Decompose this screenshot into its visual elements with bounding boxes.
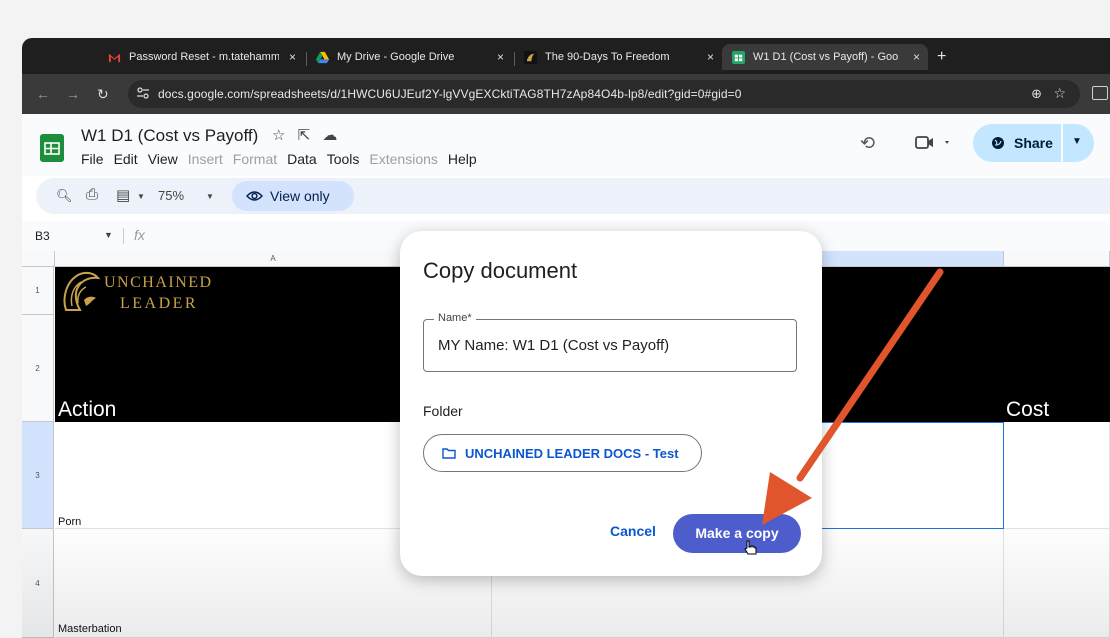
tab-90-days[interactable]: The 90-Days To Freedom ×: [524, 44, 714, 70]
menu-format: Format: [232, 151, 278, 167]
tab-close-icon[interactable]: ×: [707, 50, 714, 64]
tab-sheets-active[interactable]: W1 D1 (Cost vs Payoff) - Goo ×: [722, 44, 928, 70]
header-cost: Cost: [1006, 398, 1050, 421]
menu-view[interactable]: View: [148, 151, 178, 167]
print-icon[interactable]: ⎙: [86, 186, 98, 203]
address-bar-row: ← → ↻ docs.google.com/spreadsheets/d/1HW…: [22, 74, 1110, 114]
menu-extensions: Extensions: [369, 151, 438, 167]
menu-bar: File Edit View Insert Format Data Tools …: [81, 151, 477, 167]
tab-google-drive[interactable]: My Drive - Google Drive ×: [316, 44, 504, 70]
zoom-icon[interactable]: ⊕: [1031, 86, 1042, 102]
share-label: Share: [1014, 135, 1053, 151]
folder-picker-button[interactable]: UNCHAINED LEADER DOCS - Test: [423, 434, 702, 472]
document-title[interactable]: W1 D1 (Cost vs Payoff): [81, 126, 258, 146]
folder-icon: [442, 448, 456, 459]
view-only-button[interactable]: View only: [232, 181, 354, 211]
site-settings-icon[interactable]: [137, 86, 149, 100]
copy-document-dialog: Copy document Name* MY Name: W1 D1 (Cost…: [400, 231, 822, 576]
menu-data[interactable]: Data: [287, 151, 317, 167]
tab-separator: [306, 52, 307, 66]
view-mode-icon[interactable]: ▤: [116, 186, 130, 204]
cancel-button[interactable]: Cancel: [600, 523, 666, 545]
tab-strip: Password Reset - m.tatehamm × My Drive -…: [22, 38, 1110, 74]
menu-help[interactable]: Help: [448, 151, 477, 167]
docs-header: W1 D1 (Cost vs Payoff) ☆ ⇱ ☁ File Edit V…: [22, 114, 1110, 176]
tab-gmail[interactable]: Password Reset - m.tatehamm ×: [108, 44, 296, 70]
cloud-status-icon: ☁: [322, 127, 338, 144]
bookmark-star-icon[interactable]: ☆: [1053, 85, 1066, 102]
new-tab-button[interactable]: +: [937, 44, 946, 70]
folder-label: Folder: [423, 403, 463, 419]
header-action: Action: [58, 398, 117, 421]
extension-icon[interactable]: [1092, 86, 1108, 100]
name-field-value[interactable]: MY Name: W1 D1 (Cost vs Payoff): [438, 337, 669, 354]
tab-title: The 90-Days To Freedom: [545, 51, 670, 63]
tab-separator: [514, 52, 515, 66]
tab-title: Password Reset - m.tatehamm: [129, 51, 279, 63]
globe-icon: [992, 137, 1004, 149]
menu-file[interactable]: File: [81, 151, 104, 167]
star-icon[interactable]: ☆: [272, 127, 285, 144]
dialog-title: Copy document: [423, 258, 578, 283]
cell-a4-text: Masterbation: [58, 623, 122, 635]
row-header-3[interactable]: 3: [22, 422, 54, 529]
chevron-down-icon[interactable]: ▼: [137, 192, 145, 201]
row-header-4[interactable]: 4: [22, 529, 54, 638]
chevron-down-icon[interactable]: ▼: [104, 230, 113, 240]
sheets-logo-icon[interactable]: [40, 134, 64, 162]
tab-title: W1 D1 (Cost vs Payoff) - Goo: [753, 51, 899, 63]
column-header-c[interactable]: [1004, 251, 1110, 267]
cell-c4[interactable]: [1004, 529, 1110, 638]
reload-icon[interactable]: ↻: [97, 86, 109, 103]
chevron-down-icon[interactable]: ▼: [1072, 136, 1082, 147]
divider: [123, 228, 124, 244]
toolbar: 🔍︎ ⎙ ▤ ▼ 75% ▼ View only: [36, 178, 1110, 214]
menu-edit[interactable]: Edit: [114, 151, 138, 167]
eye-icon: [246, 191, 263, 201]
gmail-icon: [108, 53, 121, 62]
meet-icon[interactable]: [915, 135, 953, 151]
site-icon: [524, 50, 537, 64]
tab-title: My Drive - Google Drive: [337, 51, 455, 63]
cell-a3-text: Porn: [58, 516, 82, 528]
make-a-copy-button[interactable]: Make a copy: [673, 514, 801, 553]
share-divider: [1061, 124, 1063, 162]
brand-line-2: LEADER: [120, 295, 199, 312]
menu-tools[interactable]: Tools: [327, 151, 360, 167]
name-field-label: Name*: [434, 312, 476, 324]
folder-name: UNCHAINED LEADER DOCS - Test: [465, 446, 679, 461]
title-actions: ☆ ⇱ ☁: [272, 126, 337, 144]
tab-close-icon[interactable]: ×: [289, 50, 296, 64]
google-sheets-icon: [732, 50, 745, 64]
tab-close-icon[interactable]: ×: [913, 50, 920, 64]
name-box[interactable]: B3: [35, 229, 50, 243]
version-history-icon[interactable]: ⟲: [860, 133, 875, 154]
row-header-2[interactable]: 2: [22, 315, 54, 422]
chevron-down-icon[interactable]: ▼: [206, 192, 214, 201]
lion-logo-icon: [63, 271, 101, 311]
select-all-corner[interactable]: [22, 251, 55, 267]
cell-c3[interactable]: [1004, 422, 1110, 529]
omnibox[interactable]: docs.google.com/spreadsheets/d/1HWCU6UJE…: [128, 80, 1080, 108]
search-icon[interactable]: 🔍︎: [56, 188, 73, 204]
google-drive-icon: [316, 51, 329, 63]
name-field[interactable]: Name* MY Name: W1 D1 (Cost vs Payoff): [423, 312, 797, 372]
forward-arrow-icon[interactable]: →: [66, 86, 80, 102]
move-icon[interactable]: ⇱: [298, 127, 311, 144]
fx-icon: fx: [134, 227, 145, 243]
make-a-copy-label: Make a copy: [695, 525, 779, 541]
back-arrow-icon[interactable]: ←: [36, 86, 50, 102]
share-button[interactable]: Share ▼: [973, 124, 1094, 162]
row-header-1[interactable]: 1: [22, 267, 54, 315]
zoom-select[interactable]: 75%: [158, 188, 184, 203]
url-text[interactable]: docs.google.com/spreadsheets/d/1HWCU6UJE…: [158, 87, 742, 101]
menu-insert: Insert: [187, 151, 223, 167]
brand-line-1: UNCHAINED: [104, 274, 213, 291]
tab-close-icon[interactable]: ×: [497, 50, 504, 64]
view-only-label: View only: [270, 188, 330, 204]
